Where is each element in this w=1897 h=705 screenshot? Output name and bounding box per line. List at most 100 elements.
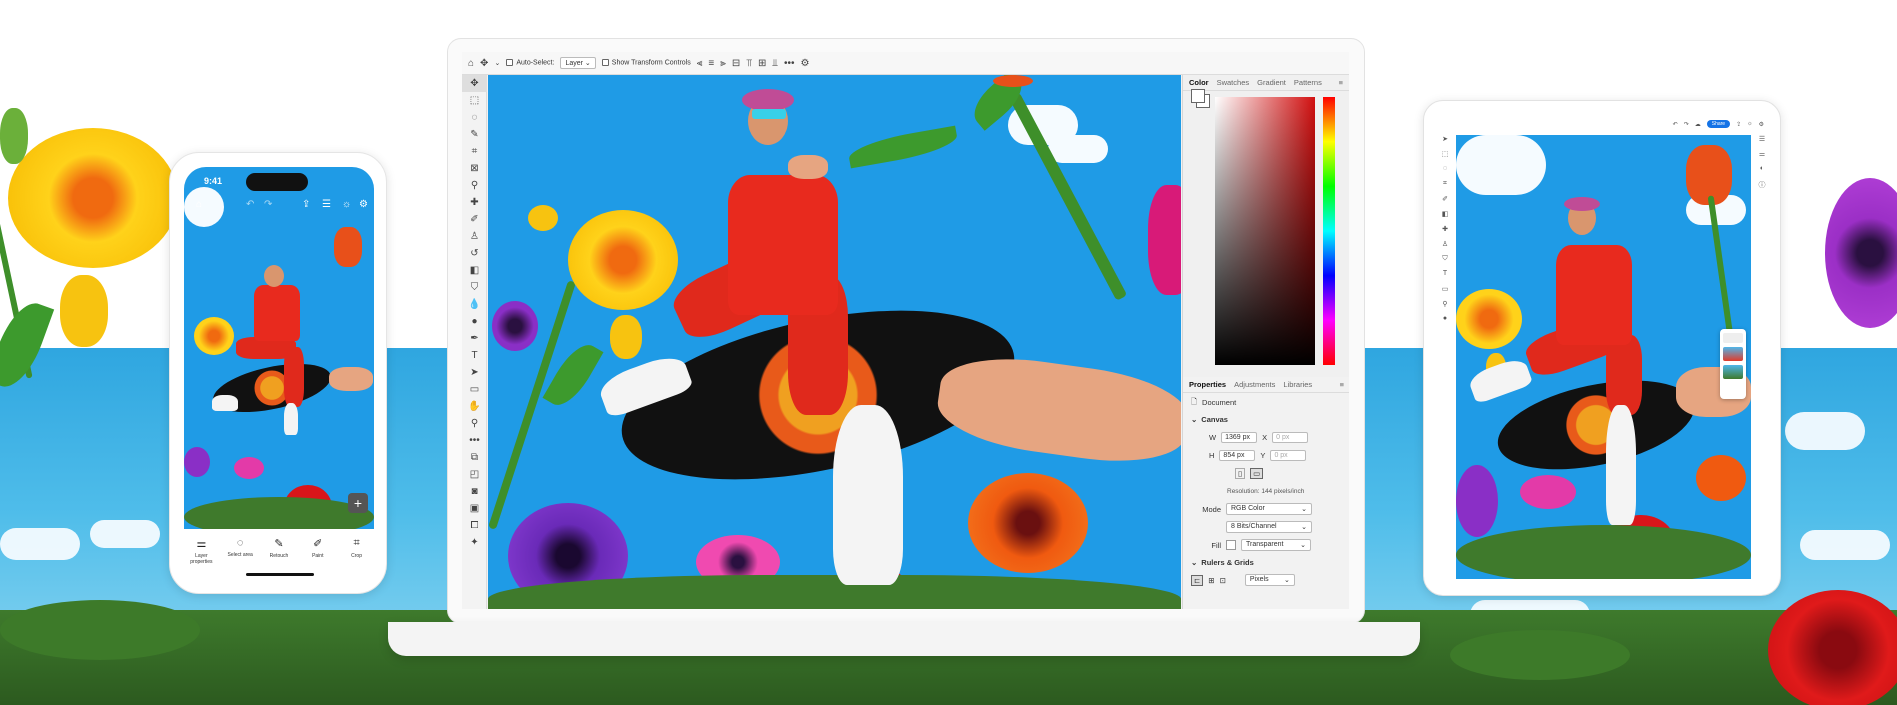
more-icon[interactable]: ••• xyxy=(784,58,795,69)
type-tool-icon[interactable]: T xyxy=(462,347,487,364)
move-tool-icon[interactable]: ✥ xyxy=(480,58,488,69)
mode-dropdown[interactable]: RGB Color ⌄ xyxy=(1226,503,1312,515)
ruler-icon[interactable]: ⊏ xyxy=(1191,574,1204,586)
pen-tool-icon[interactable]: ✒ xyxy=(462,330,487,347)
generative-icon[interactable]: ✦ xyxy=(462,534,487,551)
more-tools-icon[interactable]: ••• xyxy=(462,432,487,449)
tablet-canvas[interactable] xyxy=(1456,135,1751,579)
height-field[interactable]: 854 px xyxy=(1219,449,1256,461)
align-right-icon[interactable]: ⫸ xyxy=(720,58,726,69)
stamp-tool-icon[interactable]: ♙ xyxy=(462,228,487,245)
fill-swatch[interactable] xyxy=(1226,540,1236,550)
tool-paint[interactable]: ✐ Paint xyxy=(300,529,336,593)
chevron-down-icon[interactable]: ⌄ xyxy=(494,59,500,67)
home-icon[interactable]: ⌂ xyxy=(196,199,202,210)
align-top-icon[interactable]: ⫪ xyxy=(746,58,752,69)
stamp-tool-icon[interactable]: ♙ xyxy=(1436,240,1454,255)
layers-icon[interactable]: ☰ xyxy=(322,199,331,210)
frame-tool-icon[interactable]: ⊠ xyxy=(462,160,487,177)
healing-tool-icon[interactable]: ✚ xyxy=(1436,225,1454,240)
undo-icon[interactable]: ↶ xyxy=(1673,121,1678,128)
layers-icon[interactable]: ☰ xyxy=(1754,135,1770,150)
color-picker-field[interactable] xyxy=(1215,97,1315,365)
quick-mask-icon[interactable]: ◙ xyxy=(462,483,487,500)
y-field[interactable]: 0 px xyxy=(1270,449,1307,461)
export-icon[interactable]: ⇪ xyxy=(1736,121,1741,128)
portrait-icon[interactable]: ▯ xyxy=(1235,467,1246,479)
zoom-tool-icon[interactable]: ⚲ xyxy=(462,415,487,432)
paint-bucket-tool-icon[interactable]: ⛉ xyxy=(462,279,487,296)
bit-depth-dropdown[interactable]: 8 Bits/Channel ⌄ xyxy=(1226,521,1312,533)
default-colors-icon[interactable]: ⧉ xyxy=(462,449,487,466)
hand-tool-icon[interactable]: ✋ xyxy=(462,398,487,415)
panel-menu-icon[interactable]: ≡ xyxy=(1339,78,1343,87)
lasso-tool-icon[interactable]: ◌ xyxy=(462,109,487,126)
settings-icon[interactable]: ⚙ xyxy=(359,199,368,210)
eyedropper-tool-icon[interactable]: ⚲ xyxy=(1436,300,1454,315)
dodge-tool-icon[interactable]: ● xyxy=(462,313,487,330)
marquee-tool-icon[interactable]: ⬚ xyxy=(462,92,487,109)
move-tool-icon[interactable]: ✥ xyxy=(462,75,487,92)
hue-slider[interactable] xyxy=(1323,97,1335,365)
crop-tool-icon[interactable]: ⌗ xyxy=(462,143,487,160)
home-icon[interactable]: ⌂ xyxy=(468,58,474,69)
layer-thumbnail[interactable] xyxy=(1723,347,1743,361)
add-layer-icon[interactable]: + xyxy=(348,493,368,513)
tab-properties[interactable]: Properties xyxy=(1189,380,1226,389)
canvas-section-header[interactable]: ⌄ Canvas xyxy=(1183,411,1349,428)
settings-icon[interactable]: ⚙ xyxy=(1759,121,1764,128)
eraser-tool-icon[interactable]: ◧ xyxy=(1436,210,1454,225)
tab-swatches[interactable]: Swatches xyxy=(1217,78,1250,87)
brush-tool-icon[interactable]: ✐ xyxy=(462,211,487,228)
tab-patterns[interactable]: Patterns xyxy=(1294,78,1322,87)
color-swatch-icon[interactable]: ● xyxy=(1436,315,1454,330)
fill-tool-icon[interactable]: ⛉ xyxy=(1436,255,1454,270)
tool-retouch[interactable]: ✎ Retouch xyxy=(261,529,297,593)
eraser-tool-icon[interactable]: ◧ xyxy=(462,262,487,279)
units-dropdown[interactable]: Pixels ⌄ xyxy=(1244,574,1295,586)
align-bottom-icon[interactable]: ⫫ xyxy=(772,58,778,69)
fill-dropdown[interactable]: Transparent ⌄ xyxy=(1241,539,1311,551)
align-left-icon[interactable]: ⫷ xyxy=(697,58,703,69)
healing-tool-icon[interactable]: ✚ xyxy=(462,194,487,211)
share-icon[interactable]: ⇪ xyxy=(302,199,310,210)
rectangle-tool-icon[interactable]: ▭ xyxy=(462,381,487,398)
adjustments-icon[interactable]: ◐ xyxy=(1754,165,1770,180)
blur-tool-icon[interactable]: 💧 xyxy=(462,296,487,313)
tab-adjustments[interactable]: Adjustments xyxy=(1234,380,1275,389)
type-tool-icon[interactable]: T xyxy=(1436,270,1454,285)
select-tool-icon[interactable]: ⬚ xyxy=(1436,150,1454,165)
lightbulb-icon[interactable]: ☼ xyxy=(1747,121,1753,127)
guides-icon[interactable]: ⊡ xyxy=(1220,576,1226,585)
auto-select-checkbox[interactable]: Auto-Select: xyxy=(506,59,554,67)
tab-gradient[interactable]: Gradient xyxy=(1257,78,1286,87)
lightbulb-icon[interactable]: ☼ xyxy=(342,199,351,210)
x-field[interactable]: 0 px xyxy=(1272,431,1309,443)
history-brush-tool-icon[interactable]: ↺ xyxy=(462,245,487,262)
foreground-color-swatch[interactable] xyxy=(1191,89,1205,103)
lasso-tool-icon[interactable]: ◌ xyxy=(1436,165,1454,180)
move-tool-icon[interactable]: ➤ xyxy=(1436,135,1454,150)
tool-select-area[interactable]: ◌ Select area xyxy=(222,529,258,593)
add-layer-icon[interactable] xyxy=(1723,333,1743,343)
layer-thumbnail[interactable] xyxy=(1723,365,1743,379)
panel-menu-icon[interactable]: ≡ xyxy=(1340,380,1344,389)
properties-icon[interactable]: ⚌ xyxy=(1754,150,1770,165)
tab-libraries[interactable]: Libraries xyxy=(1283,380,1312,389)
transform-controls-checkbox[interactable]: Show Transform Controls xyxy=(601,59,691,67)
rulers-section-header[interactable]: ⌄ Rulers & Grids xyxy=(1183,554,1349,571)
align-center-icon[interactable]: ≡ xyxy=(708,58,714,69)
auto-select-dropdown[interactable]: Layer ⌄ xyxy=(560,57,596,69)
align-middle-icon[interactable]: ⊞ xyxy=(758,58,766,69)
tool-layer-properties[interactable]: ⚌ Layer properties xyxy=(183,529,219,593)
redo-icon[interactable]: ↷ xyxy=(264,199,272,210)
settings-icon[interactable]: ⚙ xyxy=(800,58,809,69)
redo-icon[interactable]: ↷ xyxy=(1684,121,1689,128)
screen-mode-icon[interactable]: ▣ xyxy=(462,500,487,517)
eyedropper-tool-icon[interactable]: ⚲ xyxy=(462,177,487,194)
share-button[interactable]: Share xyxy=(1706,120,1731,128)
tool-crop[interactable]: ⌗ Crop xyxy=(339,529,375,593)
landscape-icon[interactable]: ▭ xyxy=(1250,467,1264,479)
distribute-icon[interactable]: ⊟ xyxy=(732,58,740,69)
shape-tool-icon[interactable]: ▭ xyxy=(1436,285,1454,300)
